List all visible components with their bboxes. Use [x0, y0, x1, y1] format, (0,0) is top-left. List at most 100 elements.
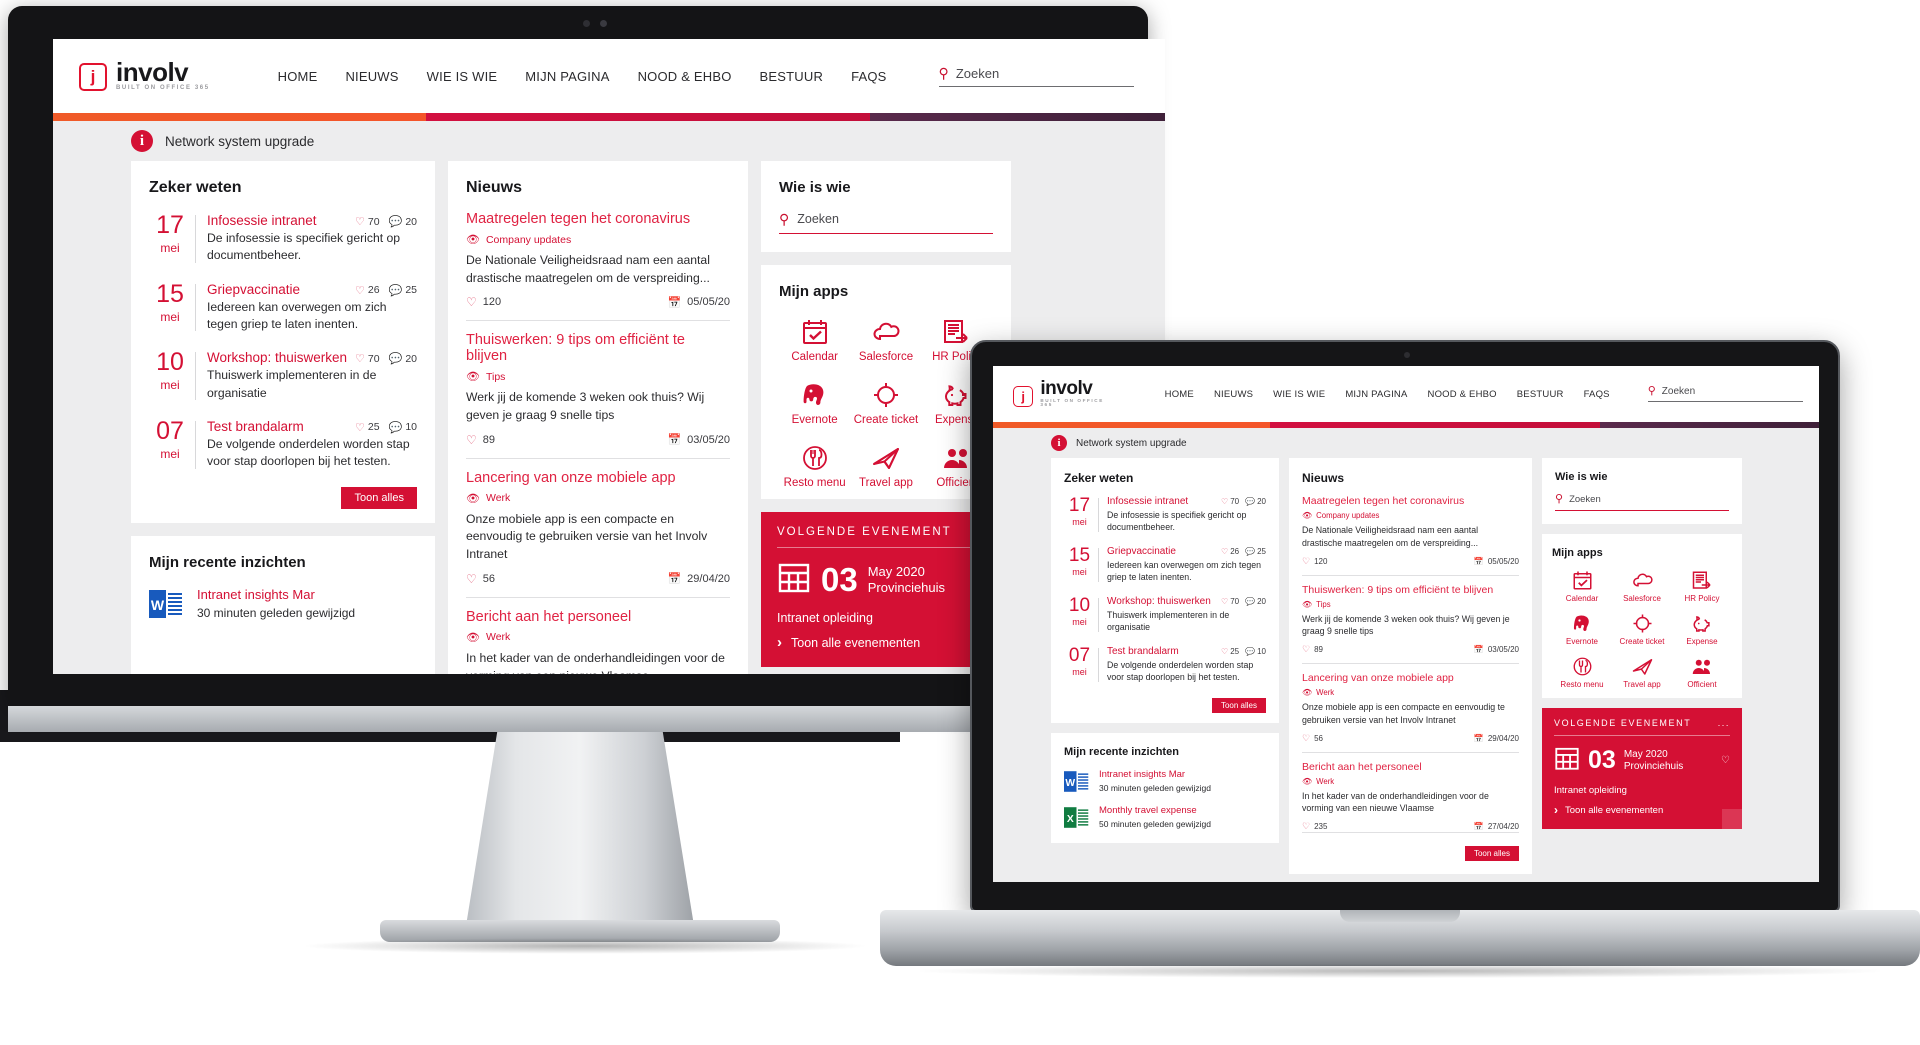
nav-item-faqs[interactable]: FAQS: [1584, 389, 1610, 400]
nav-item-bestuur[interactable]: BESTUUR: [760, 69, 824, 84]
app-tile-hr-policy[interactable]: HR Policy: [1672, 569, 1732, 603]
zeker-weten-show-all-button[interactable]: Toon alles: [1211, 697, 1266, 713]
app-tile-calendar[interactable]: Calendar: [1552, 569, 1612, 603]
app-tile-officient[interactable]: Officient: [1672, 655, 1732, 689]
zeker-weten-link[interactable]: Infosessie intranet: [1107, 496, 1188, 507]
nav-item-mijn-pagina[interactable]: MIJN PAGINA: [525, 69, 609, 84]
zeker-weten-link[interactable]: Test brandalarm: [207, 419, 304, 434]
nieuws-item[interactable]: Maatregelen tegen het coronavirus 👁 Compa…: [466, 211, 730, 322]
zeker-weten-link[interactable]: Infosessie intranet: [207, 213, 317, 228]
list-item[interactable]: X Monthly travel expense 50 minuten gele…: [1064, 805, 1266, 830]
nav-item-nieuws[interactable]: NIEUWS: [1214, 389, 1253, 400]
app-tile-evernote[interactable]: Evernote: [1552, 612, 1612, 646]
app-tile-travel-app[interactable]: Travel app: [1612, 655, 1672, 689]
header-search-input[interactable]: Zoeken: [1662, 386, 1695, 397]
zeker-weten-item[interactable]: 07 mei Test brandalarm ♡ 25 💬 10 De volg…: [149, 418, 417, 471]
nieuws-item-title[interactable]: Thuiswerken: 9 tips om efficiënt te blij…: [466, 332, 730, 364]
nieuws-item-title[interactable]: Bericht aan het personeel: [1302, 761, 1519, 773]
recent-file-meta: 30 minuten geleden gewijzigd: [197, 606, 356, 621]
notice-bar[interactable]: i Network system upgrade: [53, 121, 1165, 161]
app-tile-resto-menu[interactable]: Resto menu: [779, 442, 850, 489]
zeker-weten-item[interactable]: 15 mei Griepvaccinatie ♡ 26 💬 25 Iederee…: [1064, 546, 1266, 584]
nieuws-item[interactable]: Thuiswerken: 9 tips om efficiënt te blij…: [1302, 584, 1519, 664]
header-search-input[interactable]: Zoeken: [956, 66, 999, 81]
nav-item-bestuur[interactable]: BESTUUR: [1517, 389, 1564, 400]
nav-item-home[interactable]: HOME: [278, 69, 318, 84]
evenement-show-all-link[interactable]: › Toon alle evenementen: [1554, 803, 1730, 817]
zeker-weten-item[interactable]: 17 mei Infosessie intranet ♡ 70 💬 20 De …: [1064, 496, 1266, 534]
heart-icon[interactable]: ♡: [1721, 755, 1730, 766]
nav-item-home[interactable]: HOME: [1165, 389, 1194, 400]
zeker-weten-link[interactable]: Test brandalarm: [1107, 646, 1179, 657]
recent-file-title[interactable]: Monthly travel expense: [1099, 805, 1211, 816]
nav-item-faqs[interactable]: FAQS: [851, 69, 886, 84]
list-item[interactable]: W Intranet insights Mar 30 minuten geled…: [149, 587, 417, 621]
nieuws-item-footer: ♡ 56 📅 29/04/20: [466, 572, 730, 586]
zeker-weten-link[interactable]: Workshop: thuiswerken: [1107, 596, 1211, 607]
nieuws-item[interactable]: Bericht aan het personeel 👁 Werk In het k…: [466, 609, 730, 674]
zeker-weten-item[interactable]: 07 mei Test brandalarm ♡ 25 💬 10 De volg…: [1064, 646, 1266, 684]
nieuws-item-title[interactable]: Lancering van onze mobiele app: [466, 470, 730, 486]
heart-icon: ♡: [1221, 596, 1229, 606]
nieuws-show-all-button[interactable]: Toon alles: [1464, 846, 1519, 861]
nieuws-item-footer: ♡ 89 📅 03/05/20: [1302, 644, 1519, 655]
header-search[interactable]: ⚲ Zoeken: [938, 66, 1134, 87]
zeker-weten-link[interactable]: Griepvaccinatie: [1107, 546, 1176, 557]
recent-file-title[interactable]: Intranet insights Mar: [1099, 769, 1211, 780]
nieuws-item-title[interactable]: Maatregelen tegen het coronavirus: [1302, 495, 1519, 507]
nieuws-item-title[interactable]: Thuiswerken: 9 tips om efficiënt te blij…: [1302, 584, 1519, 596]
notice-text: Network system upgrade: [1076, 437, 1187, 449]
zeker-weten-item[interactable]: 17 mei Infosessie intranet ♡ 70 💬 20 De …: [149, 213, 417, 265]
zeker-weten-item[interactable]: 10 mei Workshop: thuiswerken ♡ 70 💬 20 T…: [149, 350, 417, 402]
nav-item-mijn-pagina[interactable]: MIJN PAGINA: [1345, 389, 1407, 400]
nav-item-nood-ehbo[interactable]: NOOD & EHBO: [1428, 389, 1497, 400]
nieuws-item[interactable]: Maatregelen tegen het coronavirus 👁 Compa…: [1302, 495, 1519, 576]
nieuws-item-desc: Werk jij de komende 3 weken ook thuis? W…: [1302, 613, 1510, 637]
app-tile-create-ticket[interactable]: Create ticket: [1612, 612, 1672, 646]
zeker-weten-link[interactable]: Workshop: thuiswerken: [207, 350, 347, 365]
wie-is-wie-search-input[interactable]: Zoeken: [1569, 494, 1601, 505]
nav-item-wie-is-wie[interactable]: WIE IS WIE: [1273, 389, 1325, 400]
nieuws-item-footer: ♡ 235 📅 27/04/20: [1302, 821, 1519, 832]
eye-icon: 👁: [1302, 599, 1313, 609]
nav-item-nood-ehbo[interactable]: NOOD & EHBO: [638, 69, 732, 84]
wie-is-wie-search-input[interactable]: Zoeken: [797, 212, 839, 226]
app-tile-calendar[interactable]: Calendar: [779, 316, 850, 363]
zeker-weten-date: 17 mei: [149, 213, 191, 265]
app-tile-expense[interactable]: Expense: [1672, 612, 1732, 646]
nieuws-item-title[interactable]: Lancering van onze mobiele app: [1302, 672, 1519, 684]
zeker-weten-item[interactable]: 15 mei Griepvaccinatie ♡ 26 💬 25 Iederee…: [149, 279, 417, 334]
logo[interactable]: j involv BUILT ON OFFICE 365: [1013, 379, 1117, 408]
divider: [1098, 597, 1099, 632]
app-tile-evernote[interactable]: Evernote: [779, 379, 850, 426]
zeker-weten-title: Zeker weten: [1064, 471, 1134, 485]
site-header: j involv BUILT ON OFFICE 365 HOME NIEUWS…: [993, 366, 1819, 422]
zeker-weten-day: 15: [156, 279, 184, 308]
app-tile-salesforce[interactable]: Salesforce: [1612, 569, 1672, 603]
logo[interactable]: j involv BUILT ON OFFICE 365: [79, 59, 210, 92]
nieuws-title: Nieuws: [1302, 471, 1345, 485]
wie-is-wie-search[interactable]: ⚲ Zoeken: [779, 212, 993, 234]
zeker-weten-link[interactable]: Griepvaccinatie: [207, 282, 300, 297]
nieuws-item[interactable]: Bericht aan het personeel 👁 Werk In het k…: [1302, 761, 1519, 833]
list-item[interactable]: W Intranet insights Mar 30 minuten geled…: [1064, 769, 1266, 794]
header-search[interactable]: ⚲ Zoeken: [1647, 386, 1803, 402]
evenement-location: Provinciehuis: [1623, 760, 1684, 772]
more-options-icon[interactable]: ...: [1718, 718, 1730, 728]
svg-text:W: W: [151, 597, 165, 613]
wie-is-wie-search[interactable]: ⚲ Zoeken: [1555, 494, 1729, 511]
app-tile-resto-menu[interactable]: Resto menu: [1552, 655, 1612, 689]
nieuws-item-title[interactable]: Maatregelen tegen het coronavirus: [466, 211, 730, 227]
notice-bar[interactable]: i Network system upgrade: [993, 428, 1819, 458]
nieuws-item[interactable]: Lancering van onze mobiele app 👁 Werk Onz…: [1302, 672, 1519, 753]
nieuws-item[interactable]: Thuiswerken: 9 tips om efficiënt te blij…: [466, 332, 730, 459]
zeker-weten-show-all-button[interactable]: Toon alles: [341, 486, 417, 509]
nav-item-wie-is-wie[interactable]: WIE IS WIE: [427, 69, 498, 84]
recent-file-title[interactable]: Intranet insights Mar: [197, 587, 355, 602]
nieuws-item[interactable]: Lancering van onze mobiele app 👁 Werk Onz…: [466, 470, 730, 598]
nieuws-item-title[interactable]: Bericht aan het personeel: [466, 609, 730, 625]
zeker-weten-item[interactable]: 10 mei Workshop: thuiswerken ♡ 70 💬 20 T…: [1064, 596, 1266, 634]
calendar-icon: 📅: [1473, 822, 1484, 831]
nav-item-nieuws[interactable]: NIEUWS: [345, 69, 398, 84]
heart-icon: ♡: [1221, 646, 1229, 656]
